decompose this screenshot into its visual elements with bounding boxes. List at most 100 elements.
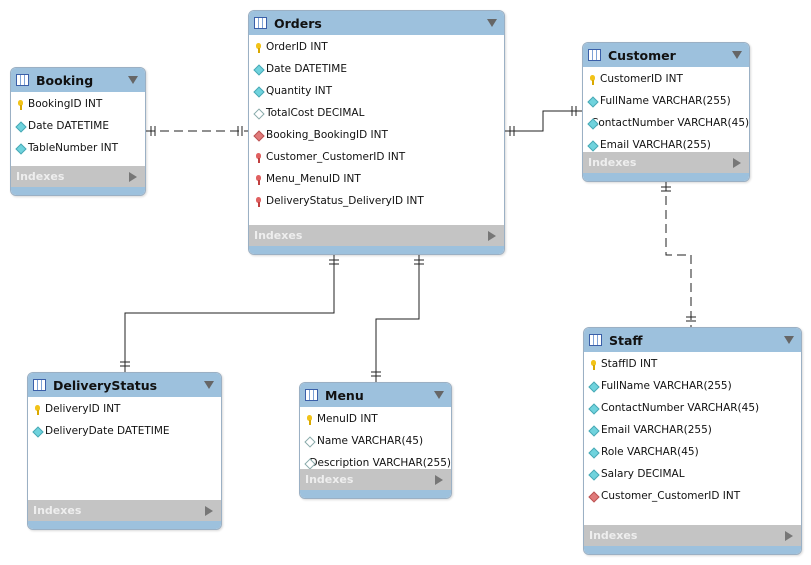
collapse-arrow-icon[interactable] — [434, 391, 444, 399]
column-label: TotalCost DECIMAL — [266, 107, 365, 119]
table-header[interactable]: DeliveryStatus — [28, 373, 221, 397]
foreign-column-icon — [254, 131, 263, 140]
table-header[interactable]: Menu — [300, 383, 451, 407]
column-row[interactable]: DeliveryStatus_DeliveryID INT — [249, 190, 504, 212]
column-row[interactable]: Name VARCHAR(45) — [300, 430, 451, 452]
indexes-label: Indexes — [589, 529, 638, 542]
column-label: Menu_MenuID INT — [266, 173, 361, 185]
indexes-section[interactable]: Indexes — [11, 166, 145, 187]
column-row[interactable]: ContactNumber VARCHAR(45) — [584, 397, 801, 419]
column-icon — [33, 427, 42, 436]
column-label: BookingID INT — [28, 98, 103, 110]
rel-customer-staff — [665, 182, 692, 327]
table-header[interactable]: Staff — [584, 328, 801, 352]
column-label: Description VARCHAR(255) — [309, 457, 451, 469]
expand-arrow-icon[interactable] — [733, 158, 741, 168]
column-row[interactable]: BookingID INT — [11, 93, 145, 115]
collapse-arrow-icon[interactable] — [784, 336, 794, 344]
indexes-section[interactable]: Indexes — [249, 225, 504, 246]
expand-arrow-icon[interactable] — [488, 231, 496, 241]
expand-arrow-icon[interactable] — [129, 172, 137, 182]
column-icon — [589, 426, 598, 435]
table-orders[interactable]: Orders OrderID INT Date DATETIME Quantity I… — [248, 10, 505, 255]
expand-arrow-icon[interactable] — [785, 531, 793, 541]
column-label: ContactNumber VARCHAR(45) — [601, 402, 760, 414]
column-row[interactable]: Booking_BookingID INT — [249, 124, 504, 146]
table-booking[interactable]: Booking BookingID INT Date DATETIME TableNu… — [10, 67, 146, 196]
column-icon — [254, 109, 263, 118]
foreign-key-icon — [254, 152, 263, 163]
foreign-key-icon — [254, 196, 263, 207]
primary-key-icon — [589, 359, 598, 370]
column-icon — [588, 97, 597, 106]
indexes-label: Indexes — [16, 170, 65, 183]
table-icon — [305, 389, 318, 401]
table-customer[interactable]: Customer CustomerID INT FullName VARCHAR(2… — [582, 42, 750, 182]
indexes-section[interactable]: Indexes — [584, 525, 801, 546]
column-row[interactable]: Date DATETIME — [11, 115, 145, 137]
column-label: MenuID INT — [317, 413, 378, 425]
rel-orders-menu — [375, 255, 420, 382]
column-row[interactable]: Quantity INT — [249, 80, 504, 102]
collapse-arrow-icon[interactable] — [732, 51, 742, 59]
column-row[interactable]: TableNumber INT — [11, 137, 145, 159]
collapse-arrow-icon[interactable] — [204, 381, 214, 389]
indexes-section[interactable]: Indexes — [583, 152, 749, 173]
table-footer — [583, 173, 749, 181]
column-row[interactable]: Email VARCHAR(255) — [584, 419, 801, 441]
column-row[interactable]: DeliveryDate DATETIME — [28, 420, 221, 442]
table-header[interactable]: Booking — [11, 68, 145, 92]
column-row[interactable]: TotalCost DECIMAL — [249, 102, 504, 124]
primary-key-icon — [16, 99, 25, 110]
table-header[interactable]: Customer — [583, 43, 749, 67]
column-row[interactable]: Customer_CustomerID INT — [584, 485, 801, 507]
column-label: FullName VARCHAR(255) — [600, 95, 731, 107]
collapse-arrow-icon[interactable] — [128, 76, 138, 84]
column-row[interactable]: FullName VARCHAR(255) — [584, 375, 801, 397]
table-name: Orders — [274, 15, 322, 31]
indexes-label: Indexes — [33, 504, 82, 517]
column-icon — [589, 470, 598, 479]
column-row[interactable]: StaffID INT — [584, 353, 801, 375]
foreign-column-icon — [589, 492, 598, 501]
indexes-label: Indexes — [254, 229, 303, 242]
column-row[interactable]: MenuID INT — [300, 408, 451, 430]
rel-orders-customer — [505, 110, 582, 132]
column-row[interactable]: Menu_MenuID INT — [249, 168, 504, 190]
column-label: TableNumber INT — [28, 142, 119, 154]
column-row[interactable]: Role VARCHAR(45) — [584, 441, 801, 463]
foreign-key-icon — [254, 174, 263, 185]
column-label: Customer_CustomerID INT — [601, 490, 741, 502]
column-label: Name VARCHAR(45) — [317, 435, 424, 447]
collapse-arrow-icon[interactable] — [487, 19, 497, 27]
column-row[interactable]: Date DATETIME — [249, 58, 504, 80]
primary-key-icon — [588, 74, 597, 85]
column-label: DeliveryDate DATETIME — [45, 425, 170, 437]
table-staff[interactable]: Staff StaffID INT FullName VARCHAR(255) Con… — [583, 327, 802, 555]
column-row[interactable]: OrderID INT — [249, 36, 504, 58]
column-row[interactable]: DeliveryID INT — [28, 398, 221, 420]
indexes-section[interactable]: Indexes — [28, 500, 221, 521]
column-icon — [16, 144, 25, 153]
column-row[interactable]: Customer_CustomerID INT — [249, 146, 504, 168]
column-row[interactable]: FullName VARCHAR(255) — [583, 90, 749, 112]
table-menu[interactable]: Menu MenuID INT Name VARCHAR(45) Descriptio… — [299, 382, 452, 499]
column-row[interactable]: Salary DECIMAL — [584, 463, 801, 485]
table-header[interactable]: Orders — [249, 11, 504, 35]
column-label: FullName VARCHAR(255) — [601, 380, 732, 392]
table-name: Staff — [609, 332, 643, 348]
table-deliverystatus[interactable]: DeliveryStatus DeliveryID INT DeliveryDate… — [27, 372, 222, 530]
column-label: DeliveryStatus_DeliveryID INT — [266, 195, 424, 207]
column-label: Date DATETIME — [28, 120, 109, 132]
column-row[interactable]: ContactNumber VARCHAR(45) — [583, 112, 749, 134]
expand-arrow-icon[interactable] — [435, 475, 443, 485]
column-icon — [254, 65, 263, 74]
column-label: StaffID INT — [601, 358, 658, 370]
expand-arrow-icon[interactable] — [205, 506, 213, 516]
table-footer — [11, 187, 145, 195]
indexes-section[interactable]: Indexes — [300, 469, 451, 490]
column-label: ContactNumber VARCHAR(45) — [591, 117, 750, 129]
table-name: Customer — [608, 47, 676, 63]
column-row[interactable]: CustomerID INT — [583, 68, 749, 90]
column-label: CustomerID INT — [600, 73, 683, 85]
